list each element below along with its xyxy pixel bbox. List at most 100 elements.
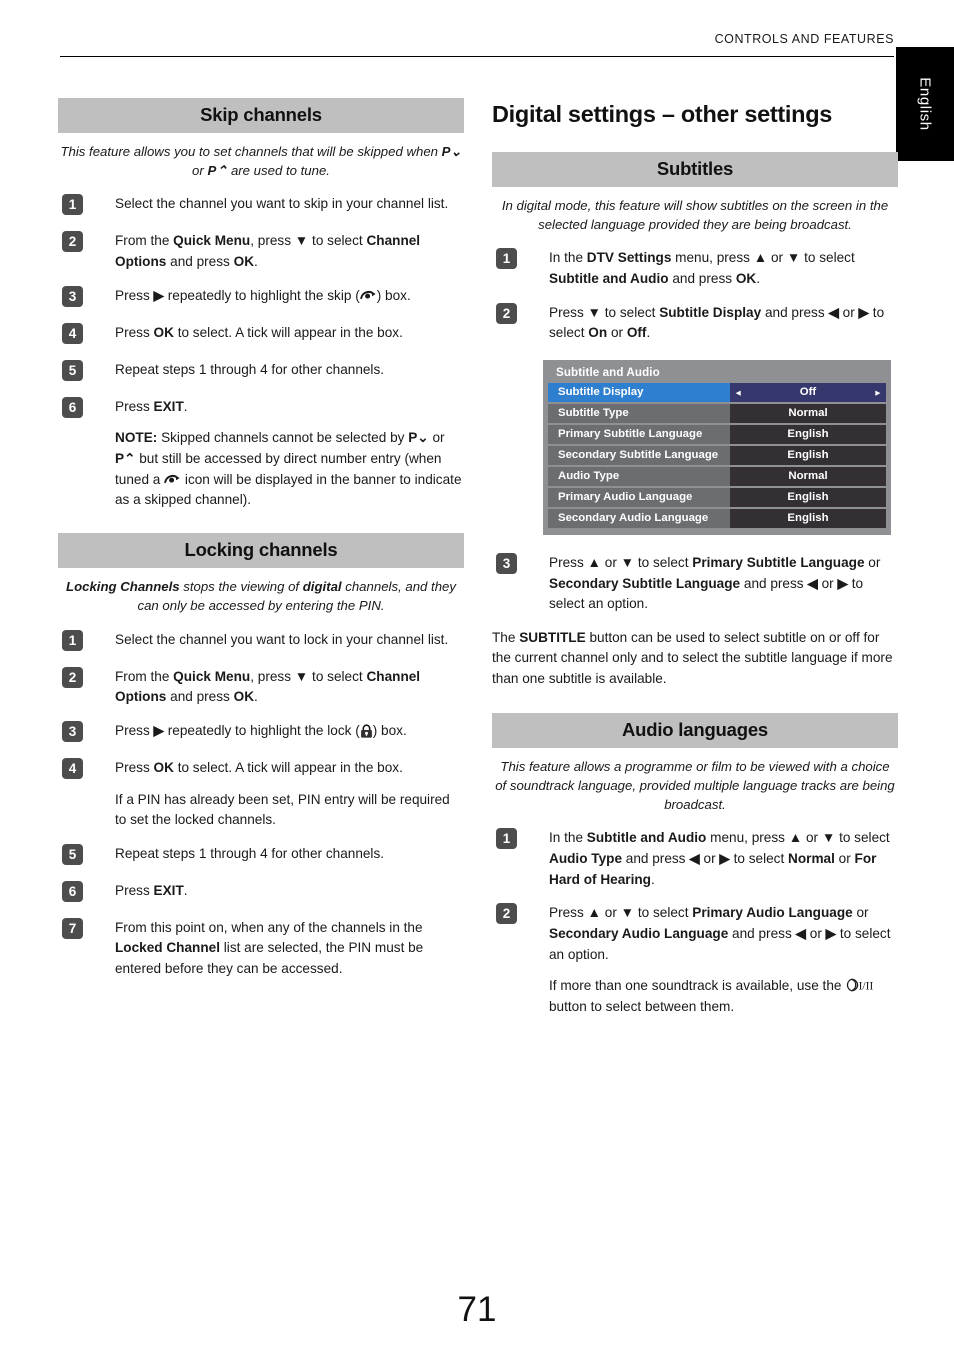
step-text: Press OK to select. A tick will appear i… [115,324,403,340]
step-locking-channels-6: 6 Press EXIT. [58,880,464,905]
step-text: Repeat steps 1 through 4 for other chann… [115,845,385,861]
step-number-badge: 5 [62,843,83,865]
step-number-badge: 2 [62,666,83,688]
step-number-badge: 3 [496,553,517,575]
osd-row-value[interactable]: English [730,425,886,445]
osd-row-value[interactable]: English [730,446,886,466]
step-text: Press EXIT. [115,882,188,898]
osd-right-arrow-icon[interactable]: ▸ [875,388,880,397]
step-number-badge: 1 [496,828,517,850]
step-locking-channels-2: 2 From the Quick Menu, press ▼ to select … [58,666,464,708]
step-locking-channels-5: 5 Repeat steps 1 through 4 for other chan… [58,843,464,868]
step-locking-channels-1: 1 Select the channel you want to lock in … [58,629,464,654]
step-number-badge: 4 [62,757,83,779]
section-heading-skip-channels: Skip channels [58,98,464,133]
osd-row-value-text: English [787,491,829,504]
osd-row-value-text: English [787,512,829,525]
osd-row-subtitle-display[interactable]: Subtitle Display ◂ ▸ Off [548,383,886,403]
section-audio-languages: Audio languages This feature allows a pro… [492,713,898,1017]
osd-row-value[interactable]: English [730,509,886,529]
section-subtitles: Subtitles In digital mode, this feature w… [492,152,898,689]
step-number-badge: 5 [62,359,83,381]
step-number-badge: 3 [62,285,83,307]
osd-row-label: Subtitle Type [548,404,730,424]
section-skip-channels: Skip channels This feature allows you to … [58,98,464,511]
step-audio-languages-2: 2 Press ▲ or ▼ to select Primary Audio La… [492,903,898,1017]
osd-row-value-text: English [787,449,829,462]
step-subtitles-1: 1 In the DTV Settings menu, press ▲ or ▼ … [492,248,898,289]
skip-icon [359,289,377,301]
right-column: Digital settings – other settings Subtit… [492,98,898,1031]
osd-row-value-text: English [787,428,829,441]
osd-row-audio-type[interactable]: Audio Type Normal [548,467,886,487]
subtitle-and-audio-osd-menu: Subtitle and Audio Subtitle Display ◂ ▸ Off S… [543,360,891,536]
section-intro-subtitles: In digital mode, this feature will show … [501,198,889,232]
section-heading-subtitles: Subtitles [492,152,898,188]
step-text: Press EXIT. [115,398,188,414]
step-text: Press OK to select. A tick will appear i… [115,759,403,775]
step-note: If a PIN has already been set, PIN entry… [115,791,450,828]
step-text: Press ▶ repeatedly to highlight the skip… [115,287,411,303]
step-text: Press ▼ to select Subtitle Display and p… [549,304,885,341]
step-subtitles-3: 3 Press ▲ or ▼ to select Primary Subtitle… [492,553,898,615]
osd-left-arrow-icon[interactable]: ◂ [736,388,741,397]
page-header: CONTROLS AND FEATURES [60,32,894,66]
osd-row-value-text: Normal [788,407,828,420]
step-subtitles-2: 2 Press ▼ to select Subtitle Display and … [492,302,898,344]
section-locking-channels: Locking channels Locking Channels stops t… [58,533,464,980]
osd-row-label: Subtitle Display [548,383,730,403]
osd-row-primary-subtitle-language[interactable]: Primary Subtitle Language English [548,425,886,445]
step-skip-channels-5: 5 Repeat steps 1 through 4 for other chan… [58,359,464,384]
step-number-badge: 1 [62,629,83,651]
step-number-badge: 2 [496,302,517,324]
step-audio-languages-1: 1 In the Subtitle and Audio menu, press ▲… [492,828,898,890]
osd-row-subtitle-type[interactable]: Subtitle Type Normal [548,404,886,424]
language-tab: English [896,47,954,161]
osd-row-label: Audio Type [548,467,730,487]
step-text: Repeat steps 1 through 4 for other chann… [115,361,385,377]
osd-row-value[interactable]: Normal [730,467,886,487]
skip-icon [164,473,181,485]
step-number-badge: 1 [496,248,517,270]
osd-row-secondary-subtitle-language[interactable]: Secondary Subtitle Language English [548,446,886,466]
step-number-badge: 2 [62,231,83,253]
section-intro-locking-channels: Locking Channels stops the viewing of di… [66,579,456,613]
step-number-badge: 7 [62,917,83,939]
step-number-badge: 3 [62,720,83,742]
osd-row-secondary-audio-language[interactable]: Secondary Audio Language English [548,509,886,529]
osd-row-label: Secondary Subtitle Language [548,446,730,466]
page-number: 71 [457,1290,497,1329]
step-skip-channels-1: 1 Select the channel you want to skip in … [58,194,464,218]
step-text: Press ▲ or ▼ to select Primary Audio Lan… [549,905,891,962]
left-column: Skip channels This feature allows you to … [58,98,464,993]
step-text: Press ▶ repeatedly to highlight the lock… [115,722,407,738]
step-skip-channels-2: 2 From the Quick Menu, press ▼ to select … [58,231,464,272]
section-intro-audio-languages: This feature allows a programme or film … [495,759,895,812]
step-skip-channels-6: 6 Press EXIT. NOTE: Skipped channels canno… [58,396,464,511]
osd-row-value[interactable]: English [730,488,886,508]
step-number-badge: 2 [496,903,517,925]
step-text: In the DTV Settings menu, press ▲ or ▼ t… [549,250,855,287]
step-number-badge: 6 [62,880,83,902]
lock-icon [360,724,373,738]
svg-text:I/II: I/II [859,981,874,993]
section-note-subtitles: The SUBTITLE button can be used to selec… [492,630,893,686]
section-heading-locking-channels: Locking channels [58,533,464,569]
step-note: If more than one soundtrack is available… [549,976,898,1017]
step-text: From this point on, when any of the chan… [115,919,424,977]
osd-row-value[interactable]: ◂ ▸ Off [730,383,886,403]
osd-row-value-text: Off [799,386,817,399]
step-locking-channels-7: 7 From this point on, when any of the cha… [58,917,464,980]
language-tab-label: English [916,77,934,131]
step-note: NOTE: Skipped channels cannot be selecte… [115,430,462,508]
step-text: In the Subtitle and Audio menu, press ▲ … [549,830,890,887]
osd-menu-title: Subtitle and Audio [556,366,660,380]
osd-row-value[interactable]: Normal [730,404,886,424]
step-skip-channels-4: 4 Press OK to select. A tick will appear … [58,322,464,347]
step-text: Select the channel you want to lock in y… [115,631,449,647]
step-text: From the Quick Menu, press ▼ to select C… [115,233,421,270]
osd-row-label: Primary Subtitle Language [548,425,730,445]
section-intro-skip-channels: This feature allows you to set channels … [60,144,462,178]
header-rule [60,56,894,57]
osd-row-primary-audio-language[interactable]: Primary Audio Language English [548,488,886,508]
